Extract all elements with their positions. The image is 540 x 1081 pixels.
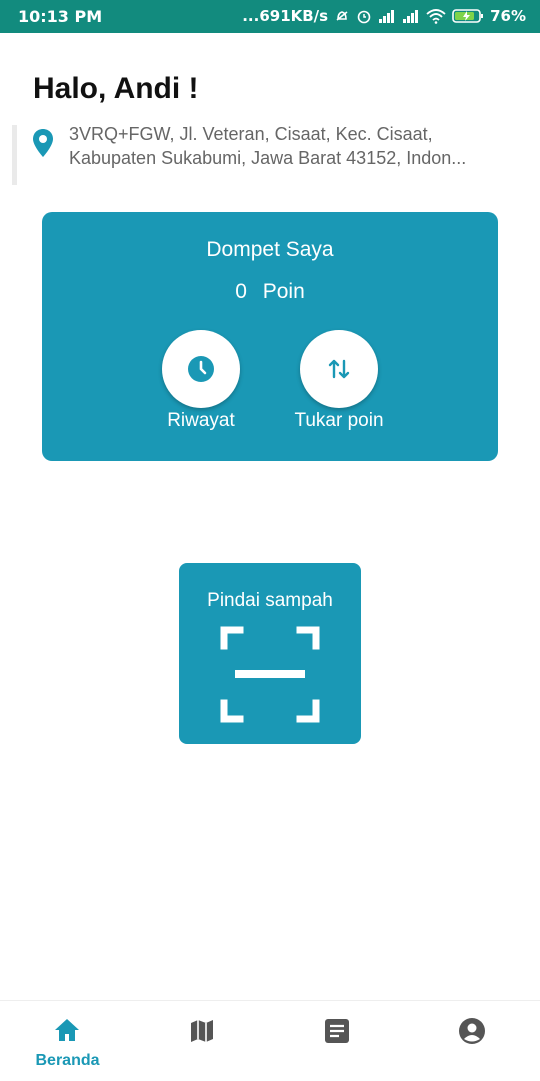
points-unit: Poin [262, 280, 305, 303]
home-icon [55, 1019, 79, 1041]
clock-icon [188, 356, 214, 382]
exchange-points-label: Tukar poin [294, 410, 384, 431]
scan-waste-button[interactable]: Pindai sampah [179, 563, 361, 744]
battery-level: 76% [490, 7, 526, 25]
map-icon [191, 1020, 213, 1042]
network-speed: ...691KB/s [242, 7, 329, 25]
nav-item-account[interactable] [405, 1001, 540, 1081]
nav-label-beranda: Beranda [35, 1052, 100, 1069]
address-text: 3VRQ+FGW, Jl. Veteran, Cisaat, Kec. Cisa… [69, 122, 509, 170]
wallet-card: Dompet Saya 0 Poin Riwayat Tukar poin [42, 212, 498, 461]
battery-charging-icon [452, 9, 484, 23]
greeting-title: Halo, Andi ! [33, 72, 199, 105]
signal-icon [403, 10, 419, 23]
document-icon [325, 1019, 349, 1043]
address-line-2: Kabupaten Sukabumi, Jawa Barat 43152, In… [69, 148, 467, 168]
bottom-navigation: Beranda [0, 1000, 540, 1081]
wifi-icon [426, 9, 446, 24]
status-time: 10:13 PM [18, 7, 103, 26]
points-display: 0 Poin [42, 280, 498, 304]
status-bar: 10:13 PM ...691KB/s 76% [0, 0, 540, 33]
nav-item-beranda[interactable]: Beranda [0, 1001, 135, 1081]
alarm-icon [357, 10, 371, 24]
location-pin-icon [33, 129, 53, 157]
address-line-1: 3VRQ+FGW, Jl. Veteran, Cisaat, Kec. Cisa… [69, 124, 433, 144]
nav-item-document[interactable] [270, 1001, 405, 1081]
signal-icon [379, 10, 395, 23]
points-value: 0 [235, 280, 247, 303]
address-divider [12, 125, 17, 185]
scan-waste-label: Pindai sampah [207, 590, 333, 611]
do-not-disturb-off-icon [336, 11, 348, 21]
scan-frame-icon [220, 626, 320, 723]
history-button[interactable] [162, 330, 240, 408]
wallet-title: Dompet Saya [206, 238, 334, 261]
status-icons: ...691KB/s 76% [242, 7, 526, 25]
account-icon [459, 1018, 485, 1044]
exchange-points-button[interactable] [300, 330, 378, 408]
swap-vertical-icon [328, 359, 350, 379]
nav-item-map[interactable] [135, 1001, 270, 1081]
